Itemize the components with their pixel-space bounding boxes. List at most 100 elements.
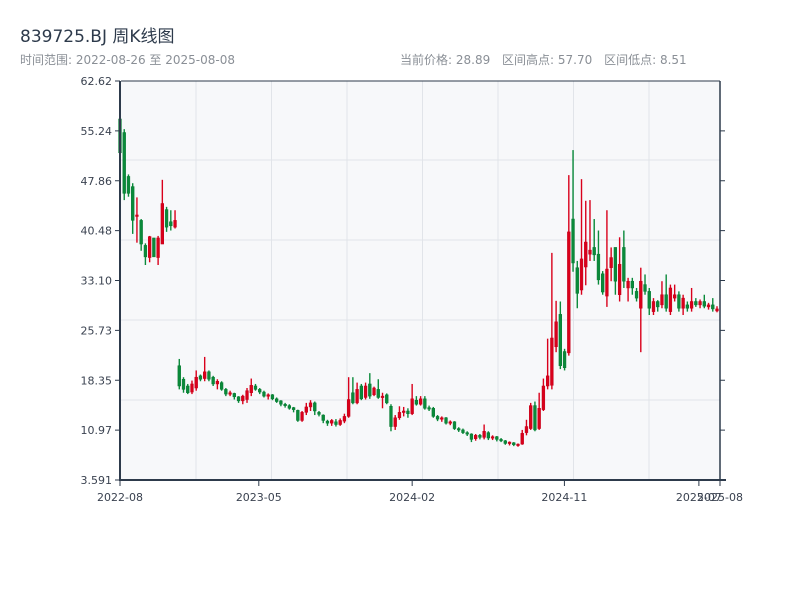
candle-body <box>512 442 516 446</box>
candle <box>385 393 389 405</box>
candle-body <box>554 321 558 348</box>
candle-body <box>550 337 554 386</box>
candle-body <box>698 301 702 306</box>
candle-body <box>694 301 698 306</box>
candle-body <box>579 258 584 291</box>
candle-body <box>215 381 220 385</box>
candle-body <box>613 247 618 282</box>
candle-body <box>711 304 715 310</box>
plot-background <box>121 81 720 480</box>
candle-body <box>529 405 533 429</box>
candle-body <box>469 433 474 440</box>
candle-body <box>291 407 296 410</box>
candle <box>300 410 304 422</box>
candle-body <box>418 398 423 405</box>
candle-body <box>296 410 300 421</box>
candle-body <box>660 294 664 306</box>
candle-body <box>639 280 643 309</box>
candle <box>533 401 537 432</box>
candle <box>296 409 300 422</box>
candle-body <box>588 249 592 255</box>
candle-body <box>321 414 325 421</box>
candle-body <box>584 241 588 268</box>
candle-body <box>668 287 673 312</box>
candle-body <box>537 408 541 429</box>
candle-body <box>300 412 304 421</box>
candle <box>431 406 435 418</box>
candle-body <box>567 231 571 354</box>
candle-body <box>516 443 520 446</box>
candle-body <box>363 385 368 398</box>
candle <box>122 129 126 201</box>
candle <box>452 421 457 430</box>
candle-body <box>651 301 656 312</box>
candle-body <box>385 394 389 404</box>
x-tick-label: 2023-05 <box>236 491 282 504</box>
candle-body <box>702 301 706 307</box>
candle-body <box>499 439 503 442</box>
candle-body <box>440 417 444 420</box>
candle-body <box>545 375 550 387</box>
candle-body <box>169 221 173 227</box>
candle-body <box>626 280 630 289</box>
candle-body <box>715 308 719 312</box>
y-tick-label: 10.97 <box>81 424 113 437</box>
candle-body <box>152 237 156 258</box>
candle-body <box>647 291 651 309</box>
candle-body <box>147 236 152 258</box>
y-tick-label: 3.591 <box>81 474 113 487</box>
candle-body <box>677 294 681 309</box>
candle-body <box>596 253 601 281</box>
candle-body <box>249 385 253 393</box>
candle-body <box>685 304 690 309</box>
candle-body <box>232 393 236 398</box>
candle-body <box>279 400 283 405</box>
candle-body <box>236 396 241 402</box>
candle-body <box>562 351 567 368</box>
candle-body <box>427 407 431 410</box>
candle-body <box>592 247 596 256</box>
candle-body <box>173 220 177 228</box>
candle-body <box>634 291 639 299</box>
y-tick-label: 47.86 <box>81 175 113 188</box>
candle-body <box>461 429 465 433</box>
candle-body <box>609 257 613 268</box>
candle-body <box>630 280 634 289</box>
candle-body <box>482 431 486 438</box>
candle-body <box>181 378 186 390</box>
candle-body <box>571 218 575 264</box>
candle-body <box>524 426 529 433</box>
candle-body <box>194 376 198 389</box>
candle-body <box>338 420 342 425</box>
candle-body <box>160 203 164 245</box>
candle-body <box>351 392 355 404</box>
candle-body <box>389 406 393 427</box>
candle-body <box>262 391 266 397</box>
candle-body <box>241 395 245 402</box>
candle-body <box>164 209 169 228</box>
candle-body <box>126 176 131 194</box>
y-tick-label: 18.35 <box>81 374 113 387</box>
candle-body <box>317 412 321 415</box>
candle <box>372 386 376 397</box>
candle-body <box>190 383 194 393</box>
candle-body <box>444 417 448 424</box>
candle-body <box>490 436 495 439</box>
candle-body <box>275 398 279 402</box>
candle-body <box>431 408 435 417</box>
candle-body <box>617 264 622 295</box>
candle-body <box>689 301 694 309</box>
candle-body <box>478 435 482 438</box>
candle-body <box>507 441 512 444</box>
candle-body <box>224 389 228 395</box>
candle-body <box>177 365 181 387</box>
candle-body <box>219 382 224 390</box>
candle-body <box>673 294 677 299</box>
candle-body <box>203 371 207 379</box>
candle <box>126 174 131 197</box>
candle-body <box>410 398 414 414</box>
candle-body <box>474 435 478 439</box>
y-tick-label: 40.48 <box>81 225 113 238</box>
candle <box>444 417 448 425</box>
candle-body <box>287 405 292 409</box>
